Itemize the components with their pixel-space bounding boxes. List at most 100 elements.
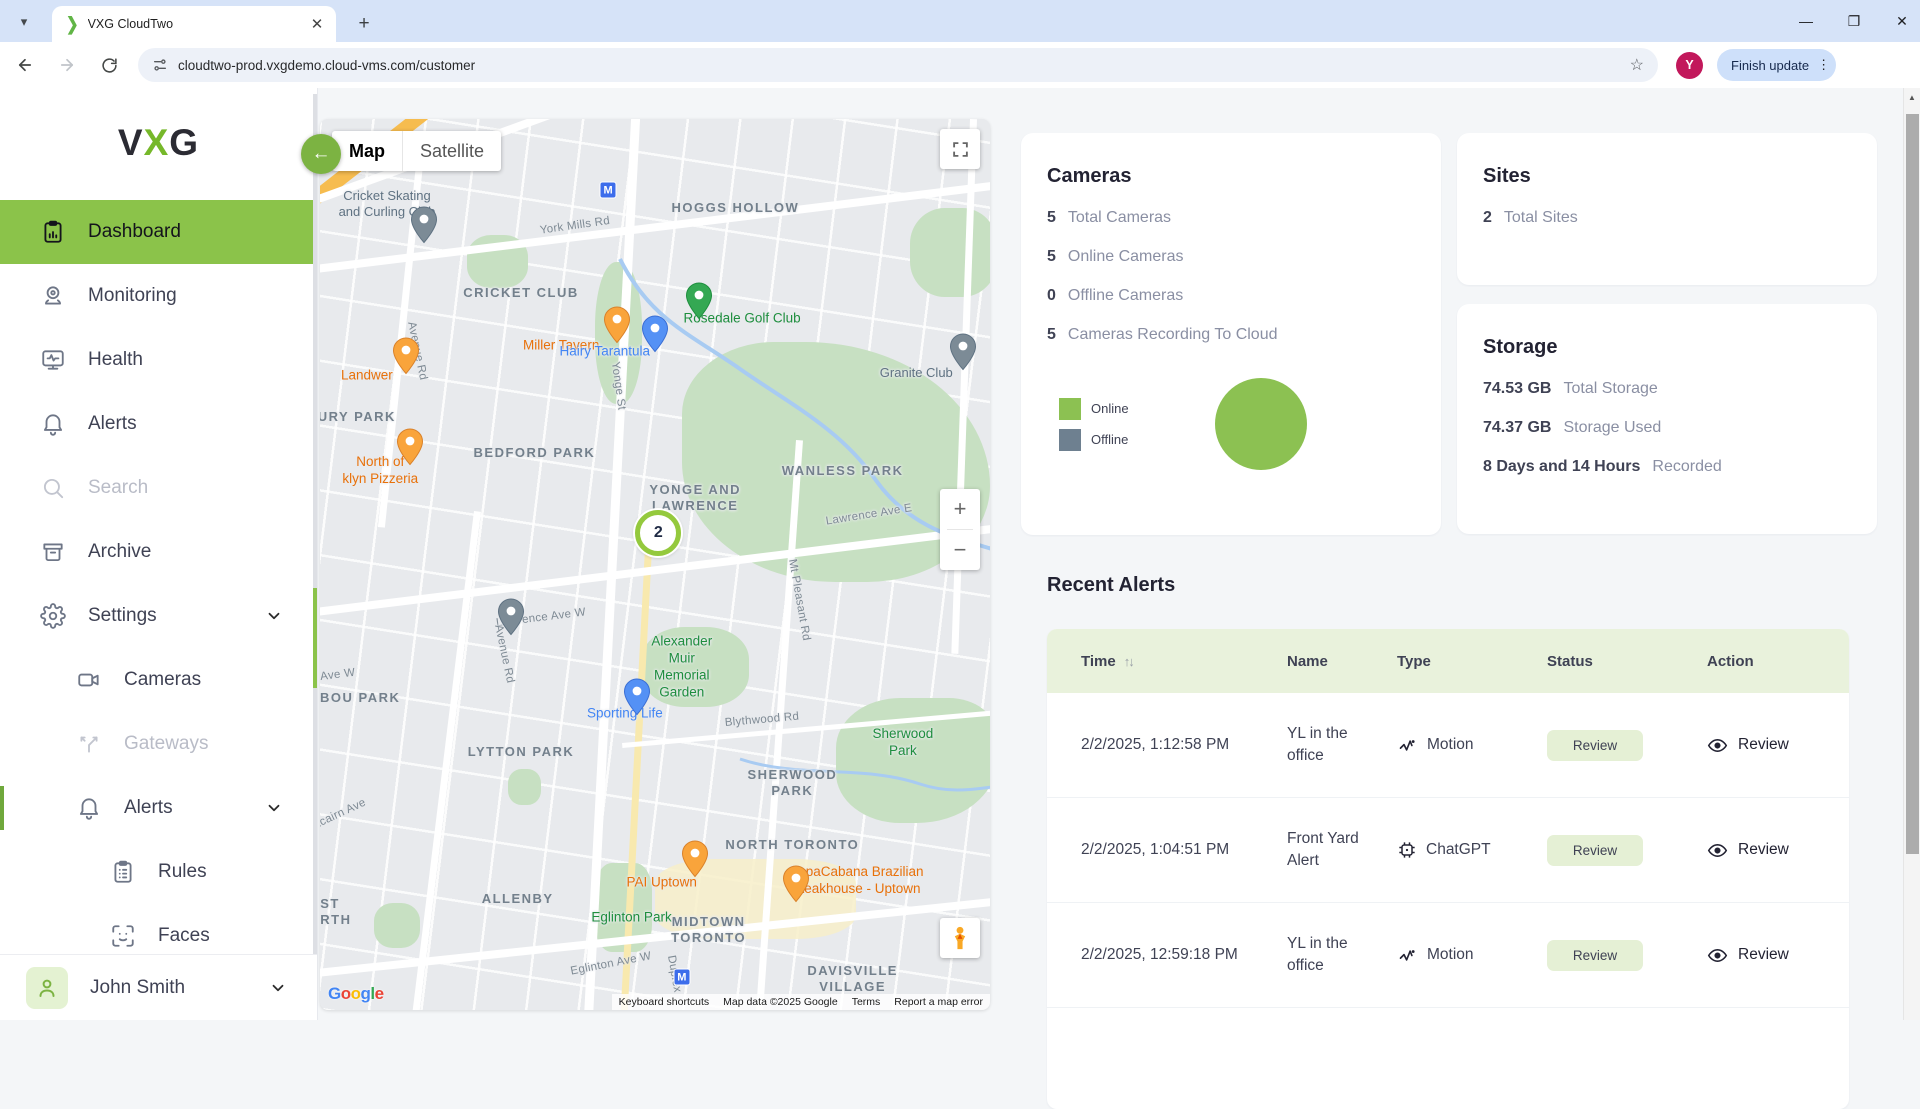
sidebar-item-dashboard[interactable]: Dashboard	[0, 200, 317, 264]
reload-icon[interactable]	[92, 48, 126, 82]
map-fullscreen-button[interactable]	[940, 129, 980, 169]
legend-offline: Offline	[1059, 429, 1129, 451]
grey-map-pin-icon[interactable]	[410, 206, 437, 244]
map-button[interactable]: Map	[332, 131, 402, 171]
review-action-link[interactable]: Review	[1707, 945, 1849, 966]
blue-map-pin-icon[interactable]	[642, 315, 669, 353]
gear-icon	[40, 603, 66, 629]
status-review-chip[interactable]: Review	[1547, 835, 1643, 866]
user-menu[interactable]: John Smith	[0, 954, 317, 1020]
orange-map-pin-icon[interactable]	[392, 337, 419, 375]
status-review-chip[interactable]: Review	[1547, 940, 1643, 971]
sidebar-item-search[interactable]: Search	[0, 456, 317, 520]
column-header-time[interactable]: Time↑↓	[1047, 653, 1287, 670]
sidebar-item-rules-l3[interactable]: Rules	[0, 840, 317, 904]
orange-map-pin-icon[interactable]	[682, 840, 709, 878]
minimize-icon[interactable]: —	[1796, 13, 1816, 29]
orange-map-pin-icon[interactable]	[782, 865, 809, 903]
legend-swatch	[1059, 398, 1081, 420]
alert-row: 2/2/2025, 12:59:18 PMYL in the officeMot…	[1047, 903, 1849, 1008]
sidebar-item-label: Settings	[88, 605, 157, 627]
cameras-stats: 5Total Cameras5Online Cameras0Offline Ca…	[1047, 209, 1415, 344]
cameras-stat-label: Total Cameras	[1068, 209, 1171, 227]
back-icon[interactable]	[8, 48, 42, 82]
blue-map-pin-icon[interactable]	[623, 678, 650, 716]
grey-map-pin-icon[interactable]	[497, 598, 524, 636]
google-logo[interactable]: Google	[328, 984, 384, 1004]
sidebar-item-cameras-l2[interactable]: Cameras	[0, 648, 317, 712]
green-map-pin-icon[interactable]	[685, 282, 712, 320]
sidebar-item-label: Rules	[158, 861, 207, 883]
sidebar-item-gateways-l2[interactable]: Gateways	[0, 712, 317, 776]
orange-map-pin-icon[interactable]	[603, 306, 630, 344]
close-tab-icon[interactable]: ✕	[308, 15, 326, 33]
camera-cluster-marker[interactable]: 2	[635, 510, 681, 556]
map-attribution-link[interactable]: Map data ©2025 Google	[716, 996, 845, 1008]
grey-map-pin-icon[interactable]	[950, 333, 977, 371]
sidebar-collapse-button[interactable]: ←	[301, 134, 341, 174]
sidebar-item-monitoring[interactable]: Monitoring	[0, 264, 317, 328]
new-tab-button[interactable]: +	[350, 10, 378, 38]
forward-icon[interactable]	[50, 48, 84, 82]
alert-type: ChatGPT	[1397, 840, 1547, 860]
dashboard-icon	[40, 219, 66, 245]
sidebar-item-settings[interactable]: Settings	[0, 584, 317, 648]
finish-update-button[interactable]: Finish update ⋮	[1717, 49, 1836, 81]
subway-station-icon[interactable]: M	[673, 969, 690, 986]
storage-stats: 74.53 GBTotal Storage74.37 GBStorage Use…	[1483, 380, 1851, 476]
legend-swatch	[1059, 429, 1081, 451]
storage-card-title: Storage	[1483, 336, 1851, 359]
alert-status-cell: Review	[1547, 730, 1707, 761]
sidebar-item-health[interactable]: Health	[0, 328, 317, 392]
satellite-button[interactable]: Satellite	[403, 131, 501, 171]
storage-stat-label: Total Storage	[1563, 380, 1657, 398]
storage-stat-label: Storage Used	[1563, 419, 1661, 437]
scrollbar-up-arrow-icon[interactable]: ▲	[1908, 93, 1916, 102]
zoom-out-button[interactable]: −	[940, 530, 980, 570]
review-action-link[interactable]: Review	[1707, 735, 1849, 756]
motion-icon	[1397, 945, 1418, 966]
alert-type: Motion	[1397, 735, 1547, 756]
alert-type-cell: Motion	[1397, 735, 1547, 756]
zoom-in-button[interactable]: +	[940, 489, 980, 529]
maximize-icon[interactable]: ❐	[1844, 13, 1864, 30]
map-attribution-link[interactable]: Report a map error	[887, 996, 990, 1008]
orange-map-pin-icon[interactable]	[397, 428, 424, 466]
chevron-down-icon	[265, 607, 283, 625]
browser-menu-icon[interactable]: ⋮	[1817, 57, 1830, 73]
sidebar-item-label: Archive	[88, 541, 151, 563]
pegman-control[interactable]	[940, 918, 980, 958]
tab-search-chevron-icon[interactable]: ▾	[10, 8, 38, 36]
bell-icon	[40, 411, 66, 437]
site-info-icon[interactable]	[152, 57, 168, 73]
map[interactable]: Cricket Skating and Curling ClubHOGGS HO…	[320, 119, 990, 1010]
alerts-table-header: Time↑↓NameTypeStatusAction	[1047, 629, 1849, 693]
cameras-stat-row: 0 Offline Cameras	[1047, 287, 1415, 305]
map-attribution-link[interactable]: Terms	[845, 996, 888, 1008]
cameras-stat-label: Offline Cameras	[1068, 287, 1183, 305]
browser-tab[interactable]: ❯ VXG CloudTwo ✕	[52, 6, 336, 42]
status-review-chip[interactable]: Review	[1547, 730, 1643, 761]
sidebar-scrollbar-thumb[interactable]	[313, 588, 317, 688]
alerts-table-body: 2/2/2025, 1:12:58 PMYL in the officeMoti…	[1047, 693, 1849, 1008]
cameras-stat-value: 5	[1047, 209, 1056, 227]
bookmark-star-icon[interactable]: ☆	[1630, 55, 1644, 75]
map-attribution-link[interactable]: Keyboard shortcuts	[612, 996, 716, 1008]
finish-update-label: Finish update	[1731, 58, 1809, 73]
scrollbar-thumb[interactable]	[1906, 114, 1919, 854]
sort-icon[interactable]: ↑↓	[1124, 654, 1133, 669]
page-scrollbar[interactable]: ▲	[1903, 88, 1920, 1020]
sidebar-item-alerts-l2[interactable]: Alerts	[0, 776, 317, 840]
monitoring-icon	[40, 283, 66, 309]
url-bar[interactable]: cloudtwo-prod.vxgdemo.cloud-vms.com/cust…	[138, 48, 1658, 82]
google-logo-letter: o	[351, 984, 361, 1003]
subway-station-icon[interactable]: M	[600, 182, 617, 199]
browser-profile-avatar[interactable]: Y	[1676, 52, 1703, 79]
review-action-label: Review	[1738, 841, 1789, 859]
sidebar-item-alerts[interactable]: Alerts	[0, 392, 317, 456]
cameras-stat-value: 0	[1047, 287, 1056, 305]
close-window-icon[interactable]: ✕	[1892, 13, 1912, 30]
sidebar-item-archive[interactable]: Archive	[0, 520, 317, 584]
sidebar-item-faces-l3[interactable]: Faces	[0, 904, 317, 954]
review-action-link[interactable]: Review	[1707, 840, 1849, 861]
